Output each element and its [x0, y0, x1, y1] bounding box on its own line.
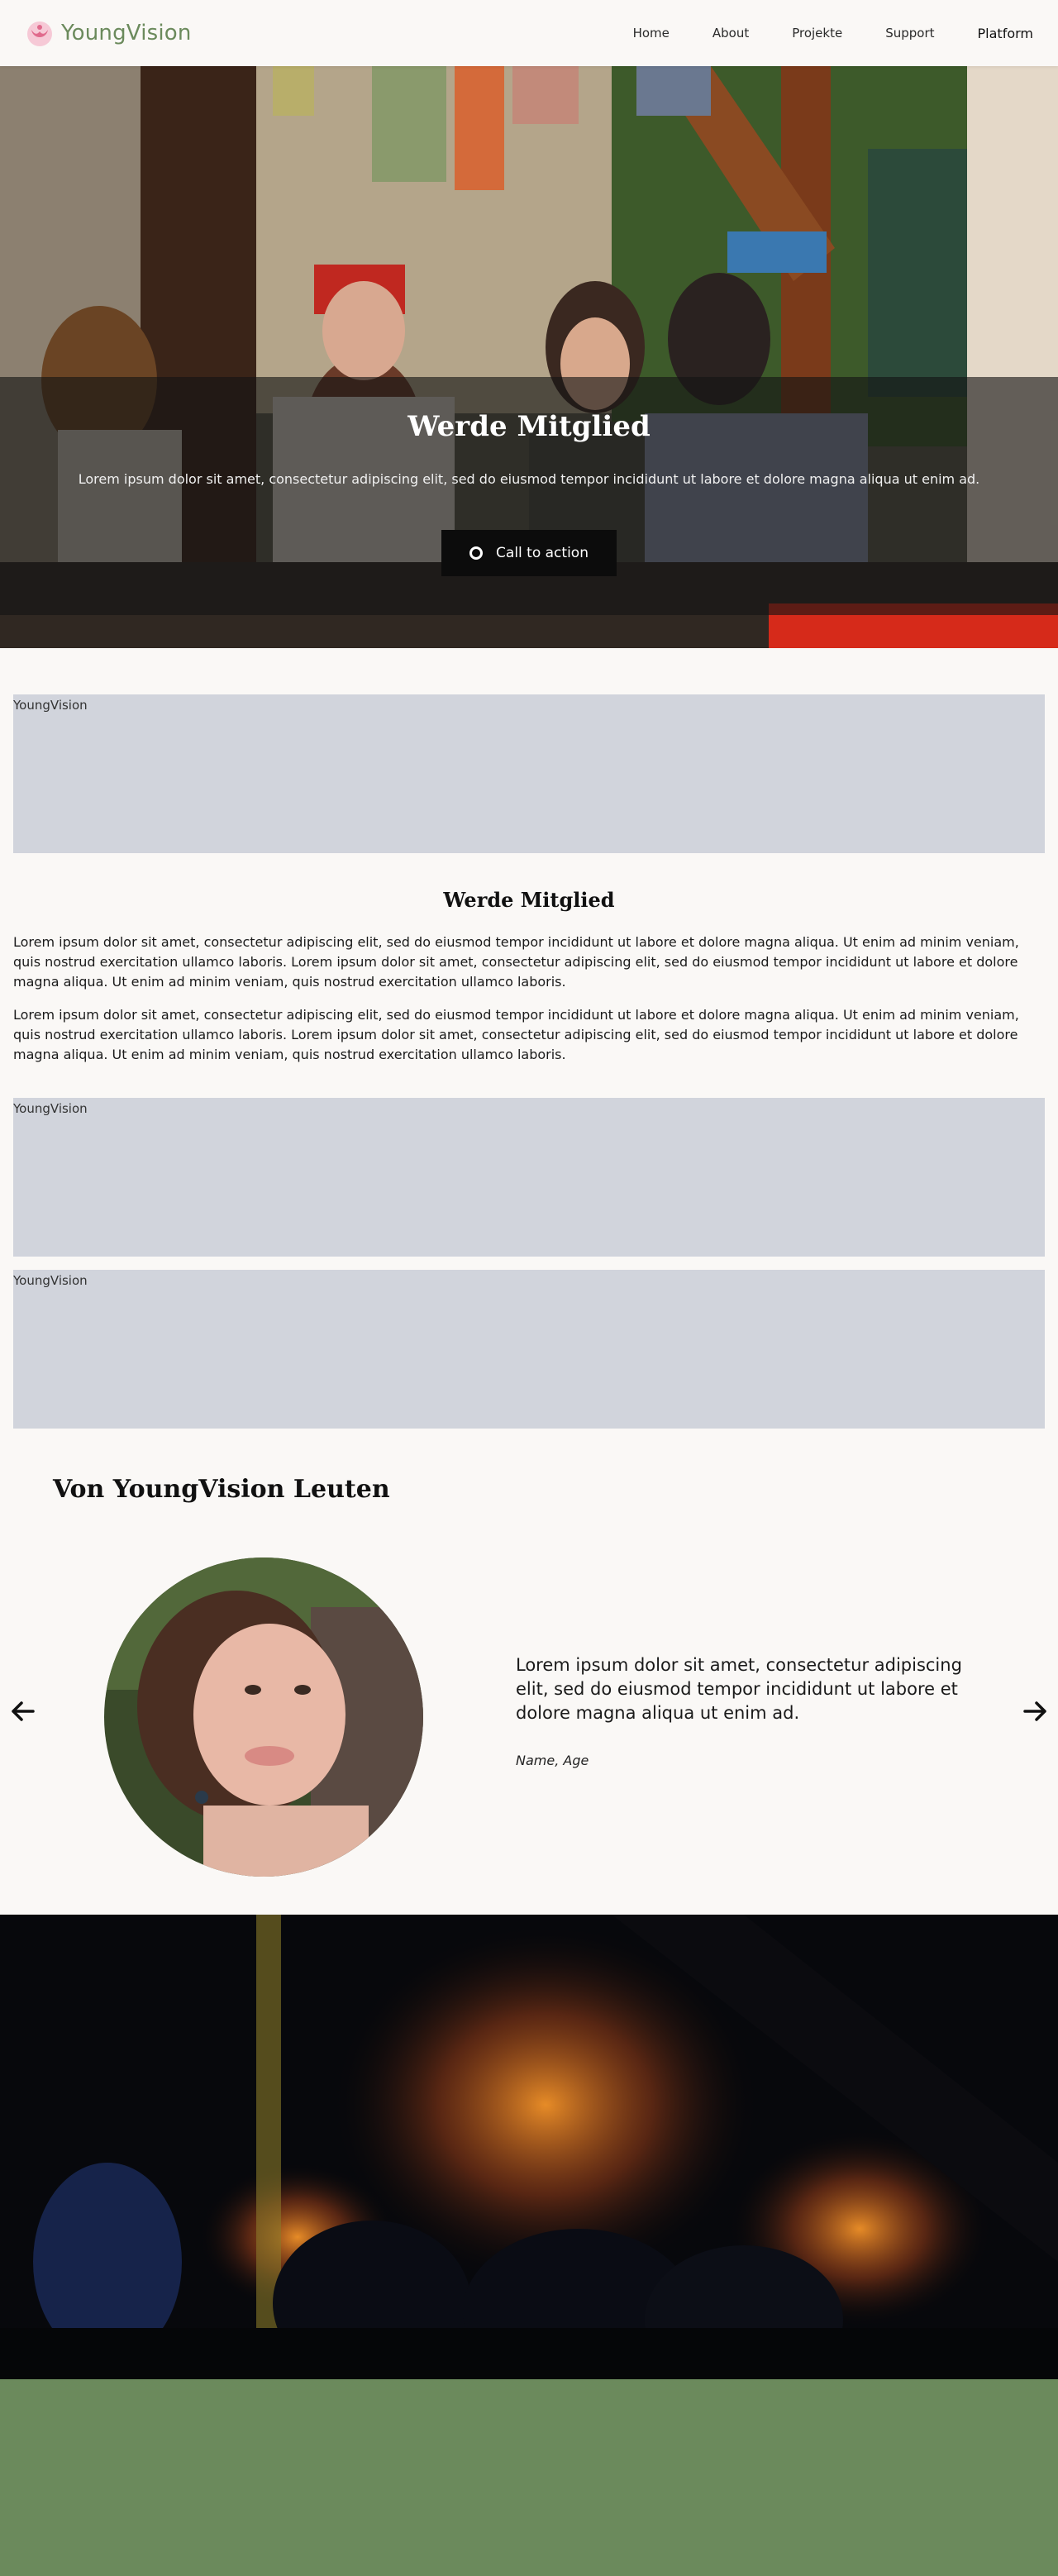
footer [0, 2379, 1058, 2576]
arrow-right-icon[interactable] [1020, 1696, 1050, 1726]
arrow-left-icon[interactable] [8, 1696, 38, 1726]
logo-icon [27, 21, 52, 46]
top-navigation: YoungVision Home About Projekte Support … [0, 0, 1058, 66]
hero-text: Lorem ipsum dolor sit amet, consectetur … [78, 471, 980, 487]
brand-name: YoungVision [61, 21, 192, 45]
placeholder-label: YoungVision [13, 1273, 88, 1288]
image-placeholder: YoungVision [13, 694, 1045, 853]
nav-platform[interactable]: Platform [978, 26, 1033, 41]
testimonial-author: Name, Age [516, 1753, 589, 1768]
placeholder-label: YoungVision [13, 1101, 88, 1116]
nav-support[interactable]: Support [885, 26, 934, 41]
call-to-action-button[interactable]: Call to action [441, 530, 617, 576]
placeholder-label: YoungVision [13, 698, 88, 713]
hero-section: Werde Mitglied Lorem ipsum dolor sit ame… [0, 66, 1058, 648]
nav-projekte[interactable]: Projekte [792, 26, 842, 41]
portrait-photo [104, 1558, 423, 1877]
nav-links: Home About Projekte Support Platform [590, 0, 1033, 66]
nav-home[interactable]: Home [633, 26, 670, 41]
campfire-scene [0, 1915, 1058, 2379]
campfire-photo [0, 1915, 1058, 2379]
section-title: Werde Mitglied [443, 888, 615, 912]
testimonial-portrait [104, 1558, 423, 1877]
section-paragraph: Lorem ipsum dolor sit amet, consectetur … [13, 1007, 1019, 1062]
hero-title: Werde Mitglied [407, 410, 651, 443]
circle-icon [469, 546, 484, 560]
testimonial-quote: Lorem ipsum dolor sit amet, consectetur … [516, 1655, 962, 1723]
nav-about[interactable]: About [712, 26, 749, 41]
testimonials-title: Von YoungVision Leuten [53, 1475, 390, 1504]
image-placeholder: YoungVision [13, 1270, 1045, 1429]
call-to-action-label: Call to action [496, 545, 589, 561]
brand[interactable]: YoungVision [25, 18, 192, 48]
image-placeholder: YoungVision [13, 1098, 1045, 1257]
section-paragraph: Lorem ipsum dolor sit amet, consectetur … [13, 934, 1019, 990]
